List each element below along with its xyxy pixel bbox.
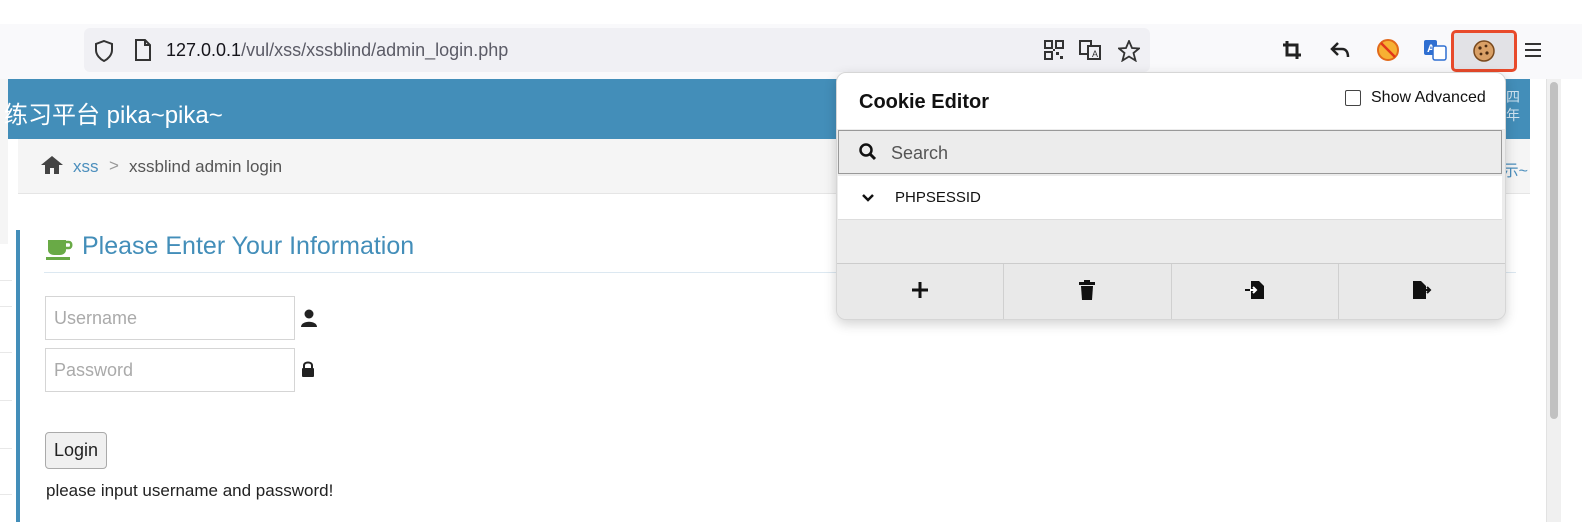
cookie-search-input[interactable] [889, 137, 1473, 169]
import-icon [1244, 280, 1265, 305]
scrollbar-thumb[interactable] [1550, 82, 1558, 419]
address-bar[interactable]: 127.0.0.1/vul/xss/xssblind/admin_login.p… [84, 28, 1150, 72]
form-message: please input username and password! [46, 481, 334, 500]
cookie-row[interactable]: PHPSESSID [838, 176, 1502, 220]
breadcrumb-separator: > [109, 156, 119, 175]
password-input[interactable] [45, 348, 295, 392]
blocked-extension-icon[interactable] [1376, 38, 1400, 62]
cookie-editor-popup: Cookie Editor Show Advanced PHPSESSID [836, 72, 1506, 320]
show-advanced-toggle[interactable]: Show Advanced [1345, 89, 1486, 107]
add-icon [911, 281, 929, 304]
left-gutter [0, 244, 16, 522]
search-icon [859, 143, 877, 166]
show-advanced-checkbox[interactable] [1345, 90, 1361, 106]
cookie-editor-title: Cookie Editor [859, 91, 990, 113]
coffee-cup-icon [46, 238, 74, 267]
url-path: /vul/xss/xssblind/admin_login.php [241, 40, 509, 60]
translate-icon[interactable]: A [1079, 40, 1101, 65]
header-right-text: 四年 [1506, 88, 1520, 124]
delete-cookies-button[interactable] [1004, 264, 1172, 319]
site-brand[interactable]: 练习平台 pika~pika~ [4, 95, 223, 130]
user-icon [301, 309, 317, 332]
add-cookie-button[interactable] [837, 264, 1005, 319]
back-arrow-icon[interactable] [1328, 38, 1352, 62]
breadcrumb-link-xss[interactable]: xss [73, 157, 99, 177]
cookie-action-bar [837, 263, 1505, 319]
show-advanced-label: Show Advanced [1371, 89, 1486, 106]
chevron-down-icon[interactable] [862, 190, 874, 208]
login-button[interactable]: Login [45, 432, 108, 469]
export-cookies-button[interactable] [1338, 264, 1505, 319]
cookie-icon [1472, 39, 1496, 68]
breadcrumb-current: xssblind admin login [129, 157, 283, 176]
menu-icon[interactable] [1521, 38, 1545, 62]
svg-text:A: A [1092, 49, 1098, 59]
cookie-name[interactable]: PHPSESSID [895, 189, 981, 206]
import-cookies-button[interactable] [1171, 264, 1339, 319]
url-host: 127.0.0.1 [166, 40, 242, 60]
header-right-line2: 年 [1506, 107, 1520, 123]
content-accent-bar [16, 230, 20, 522]
home-icon[interactable] [40, 155, 64, 180]
translate-extension-icon[interactable]: A [1423, 38, 1447, 62]
cookie-extension-button[interactable] [1451, 30, 1517, 72]
lock-icon [301, 361, 315, 382]
crop-icon[interactable] [1280, 38, 1304, 62]
page-scrollbar[interactable] [1546, 79, 1561, 522]
cookie-search-box [838, 130, 1502, 174]
qr-code-icon[interactable] [1044, 40, 1064, 65]
header-right-line1: 四 [1506, 89, 1520, 105]
bookmark-star-icon[interactable] [1116, 38, 1142, 67]
breadcrumb-right-tip[interactable]: 示~ [1503, 157, 1528, 181]
url-text[interactable]: 127.0.0.1/vul/xss/xssblind/admin_login.p… [166, 40, 508, 61]
cookie-editor-header: Cookie Editor Show Advanced [837, 73, 1505, 129]
page-icon [134, 39, 152, 66]
export-icon [1412, 280, 1432, 305]
browser-toolbar: 127.0.0.1/vul/xss/xssblind/admin_login.p… [0, 24, 1582, 79]
username-input[interactable] [45, 296, 295, 340]
form-title-text: Please Enter Your Information [82, 232, 415, 260]
delete-icon [1079, 279, 1096, 305]
shield-icon[interactable] [94, 39, 114, 67]
